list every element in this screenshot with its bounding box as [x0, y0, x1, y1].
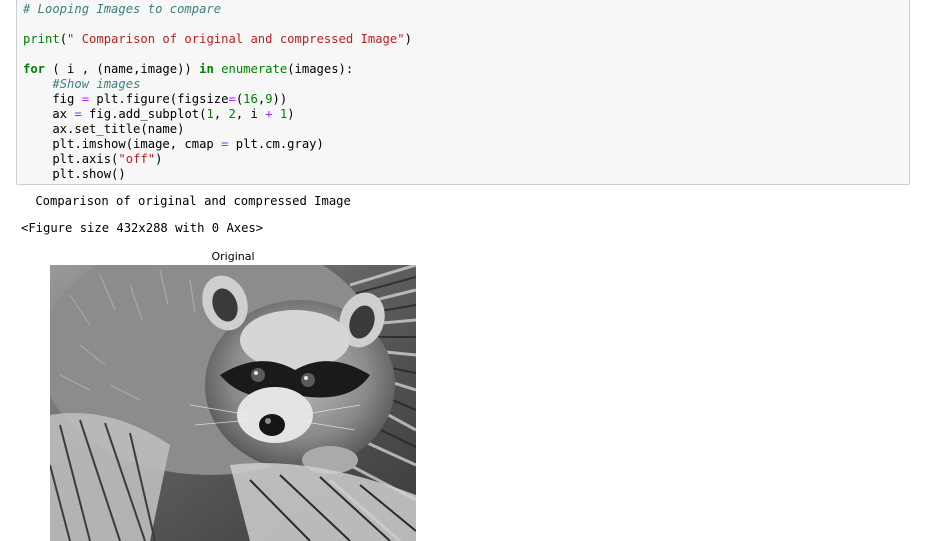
code-token-comment: #Show images [52, 77, 141, 91]
raccoon-image-drawing [50, 265, 416, 541]
code-line[interactable] [23, 47, 412, 62]
code-token-plain: )) [272, 92, 288, 106]
code-token-plain: (images): [287, 62, 354, 76]
code-line[interactable]: ax = fig.add_subplot(1, 2, i + 1) [23, 107, 412, 122]
code-token-plain: , [213, 107, 229, 121]
code-token-plain: ax.set_title(name) [23, 122, 185, 136]
raccoon-image [50, 265, 416, 541]
code-token-plain: plt.imshow(image, cmap [23, 137, 222, 151]
code-token-plain: , i [235, 107, 266, 121]
code-line[interactable]: plt.axis("off") [23, 152, 412, 167]
code-token-number: 9 [265, 92, 273, 106]
code-token-plain: fig.add_subplot( [81, 107, 207, 121]
code-token-string: "off" [118, 152, 156, 166]
code-line[interactable]: #Show images [23, 77, 412, 92]
print-output: Comparison of original and compressed Im… [28, 194, 351, 208]
code-token-plain: fig [23, 92, 82, 106]
code-line[interactable]: # Looping Images to compare [23, 2, 412, 17]
code-token-number: 1 [206, 107, 214, 121]
code-token-comment: # Looping Images to compare [23, 2, 222, 16]
code-line[interactable]: plt.imshow(image, cmap = plt.cm.gray) [23, 137, 412, 152]
code-editor[interactable]: # Looping Images to compare print(" Comp… [23, 2, 412, 182]
code-line[interactable]: fig = plt.figure(figsize=(16,9)) [23, 92, 412, 107]
code-token-plain: ( i , (name,image)) [45, 62, 200, 76]
figure-repr-output: <Figure size 432x288 with 0 Axes> [21, 221, 264, 235]
code-token-number: 16 [243, 92, 258, 106]
figure-title: Original [211, 250, 255, 263]
code-token-op: = [228, 92, 236, 106]
code-token-op: + [265, 107, 273, 121]
code-line[interactable] [23, 17, 412, 32]
code-token-string: " Comparison of original and compressed … [67, 32, 405, 46]
code-token-plain: plt.axis( [23, 152, 119, 166]
code-token-plain: ) [287, 107, 295, 121]
code-line[interactable]: print(" Comparison of original and compr… [23, 32, 412, 47]
code-token-plain: plt.figure(figsize [89, 92, 229, 106]
code-token-plain: ax [23, 107, 75, 121]
code-token-plain: plt.cm.gray) [228, 137, 324, 151]
code-token-builtin: print [23, 32, 60, 46]
code-token-number: 2 [228, 107, 236, 121]
code-line[interactable]: plt.show() [23, 167, 412, 182]
code-token-plain: ) [155, 152, 163, 166]
code-token-plain: ) [404, 32, 412, 46]
code-token-builtin: enumerate [221, 62, 288, 76]
code-token-keyword: for [23, 62, 46, 76]
code-token-plain: ( [59, 32, 68, 46]
code-token-keyword: in [199, 62, 214, 76]
code-cell[interactable]: # Looping Images to compare print(" Comp… [16, 0, 910, 185]
code-token-op: = [81, 92, 90, 106]
code-token-op: = [74, 107, 82, 121]
code-line[interactable]: for ( i , (name,image)) in enumerate(ima… [23, 62, 412, 77]
code-line[interactable]: ax.set_title(name) [23, 122, 412, 137]
code-token-plain: plt.show() [23, 167, 126, 181]
